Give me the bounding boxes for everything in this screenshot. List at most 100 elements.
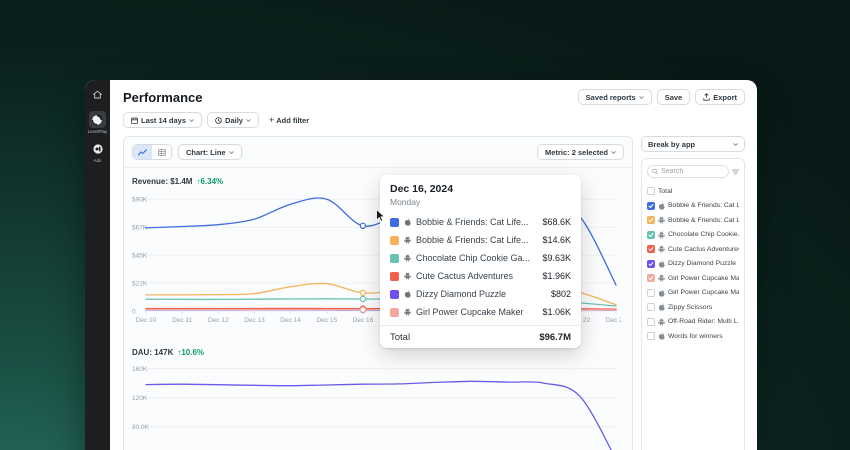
breakdown-item[interactable]: Girl Power Cupcake Ma... <box>647 271 739 286</box>
mouse-cursor <box>376 209 386 223</box>
line-chart-icon <box>138 149 147 156</box>
granularity-filter[interactable]: Daily <box>207 112 259 128</box>
header-actions: Saved reports Save Export <box>578 89 745 105</box>
search-box <box>647 165 729 178</box>
svg-text:$90K: $90K <box>132 197 148 204</box>
checkbox-unchecked[interactable] <box>647 332 655 340</box>
tooltip-series-value: $9.63K <box>542 253 571 263</box>
export-button[interactable]: Export <box>695 89 745 105</box>
tooltip-total-label: Total <box>390 332 539 343</box>
clock-icon <box>215 117 222 124</box>
breakdown-list: TotalBobbie & Friends: Cat L...Bobbie & … <box>647 184 739 344</box>
checkbox-checked[interactable] <box>647 202 655 210</box>
breakdown-item[interactable]: Bobbie & Friends: Cat L... <box>647 213 739 228</box>
tooltip-row: Dizzy Diamond Puzzle$802 <box>390 285 571 303</box>
tooltip-rows: Bobbie & Friends: Cat Life...$68.6KBobbi… <box>390 213 571 321</box>
series-swatch <box>390 236 399 245</box>
breakdown-item[interactable]: Chocolate Chip Cookie... <box>647 228 739 243</box>
break-by-label: Break by app <box>648 140 695 149</box>
checkbox-checked[interactable] <box>647 216 655 224</box>
checkbox-checked[interactable] <box>647 274 655 282</box>
breakdown-item[interactable]: Bobbie & Friends: Cat L... <box>647 199 739 214</box>
plus-icon: + <box>269 115 274 125</box>
breakdown-item[interactable]: Cute Cactus Adventures <box>647 242 739 257</box>
page: { "theme": { "accent_blue": "#3f6ce1", "… <box>0 0 850 450</box>
dau-stat-label: DAU: 147K <box>132 348 173 357</box>
series-swatch <box>390 308 399 317</box>
ads-label: Ads <box>94 158 102 163</box>
save-label: Save <box>665 93 683 102</box>
breakdown-item[interactable]: Total <box>647 184 739 199</box>
checkbox-checked[interactable] <box>647 231 655 239</box>
chevron-down-icon <box>733 143 738 146</box>
checkbox-checked[interactable] <box>647 260 655 268</box>
breakdown-item-label: Girl Power Cupcake Ma... <box>668 289 739 296</box>
chevron-down-icon <box>639 96 644 99</box>
apple-icon <box>658 202 665 210</box>
tooltip-series-value: $68.6K <box>542 217 571 227</box>
tooltip-series-value: $1.96K <box>542 271 571 281</box>
apple-icon <box>658 260 665 268</box>
apple-icon <box>404 290 411 298</box>
granularity-label: Daily <box>225 116 243 125</box>
date-range-filter[interactable]: Last 14 days <box>123 112 202 128</box>
tooltip-date: Dec 16, 2024 <box>390 183 571 195</box>
levelplay-nav-item[interactable]: LevelPlay <box>88 111 108 134</box>
home-nav-item[interactable] <box>92 89 103 100</box>
nav-rail: LevelPlay Ads <box>85 80 110 450</box>
chart-type-select[interactable]: Chart: Line <box>178 144 242 160</box>
checkbox-unchecked[interactable] <box>647 187 655 195</box>
android-icon <box>658 216 665 224</box>
svg-text:160K: 160K <box>132 366 148 373</box>
add-filter-label: Add filter <box>276 116 309 125</box>
series-swatch <box>390 290 399 299</box>
search-input[interactable] <box>661 168 724 175</box>
saved-reports-button[interactable]: Saved reports <box>578 89 652 105</box>
chevron-down-icon <box>246 119 251 122</box>
breakdown-column: Break by app <box>641 136 745 450</box>
checkbox-checked[interactable] <box>647 245 655 253</box>
breakdown-item[interactable]: Girl Power Cupcake Ma... <box>647 286 739 301</box>
chevron-down-icon <box>229 151 234 154</box>
filter-icon[interactable] <box>732 169 739 175</box>
breakdown-item-label: Cute Cactus Adventures <box>668 246 739 253</box>
dau-chart[interactable]: 40.0K80.0K120K160K <box>132 360 621 450</box>
checkbox-unchecked[interactable] <box>647 318 655 326</box>
table-view-toggle[interactable] <box>152 145 171 159</box>
android-icon <box>404 308 411 316</box>
save-button[interactable]: Save <box>657 89 691 105</box>
svg-text:80.0K: 80.0K <box>132 424 150 431</box>
apple-icon <box>658 303 665 311</box>
android-icon <box>658 231 665 239</box>
series-swatch <box>390 218 399 227</box>
android-icon <box>404 272 411 280</box>
checkbox-unchecked[interactable] <box>647 289 655 297</box>
metric-select[interactable]: Metric: 2 selected <box>537 144 624 160</box>
break-by-select[interactable]: Break by app <box>641 136 745 152</box>
saved-reports-label: Saved reports <box>586 93 636 102</box>
breakdown-item[interactable]: Words for winners <box>647 329 739 344</box>
metric-label: Metric: 2 selected <box>545 148 608 157</box>
breakdown-item[interactable]: Dizzy Diamond Puzzle <box>647 257 739 272</box>
add-filter-button[interactable]: + Add filter <box>269 115 309 125</box>
breakdown-item[interactable]: Off-Road Rider: Multi L... <box>647 315 739 330</box>
view-toggle-group <box>132 144 172 160</box>
android-icon <box>404 236 411 244</box>
breakdown-item-label: Off-Road Rider: Multi L... <box>668 318 739 325</box>
dau-stat-change: ↑10.6% <box>177 348 204 357</box>
tooltip-series-value: $1.06K <box>542 307 571 317</box>
line-view-toggle[interactable] <box>133 145 152 159</box>
breakdown-item-label: Zippy Scissors <box>668 304 712 311</box>
android-icon <box>658 245 665 253</box>
svg-text:$45K: $45K <box>132 253 148 260</box>
checkbox-unchecked[interactable] <box>647 303 655 311</box>
tooltip-row: Bobbie & Friends: Cat Life...$14.6K <box>390 231 571 249</box>
tooltip-row: Girl Power Cupcake Maker$1.06K <box>390 303 571 321</box>
ads-nav-item[interactable]: Ads <box>89 140 106 163</box>
dau-stat: DAU: 147K ↑10.6% <box>132 348 624 357</box>
calendar-icon <box>131 117 138 124</box>
breakdown-item[interactable]: Zippy Scissors <box>647 300 739 315</box>
tooltip-row: Cute Cactus Adventures$1.96K <box>390 267 571 285</box>
breakdown-item-label: Bobbie & Friends: Cat L... <box>668 217 739 224</box>
tooltip-row: Bobbie & Friends: Cat Life...$68.6K <box>390 213 571 231</box>
